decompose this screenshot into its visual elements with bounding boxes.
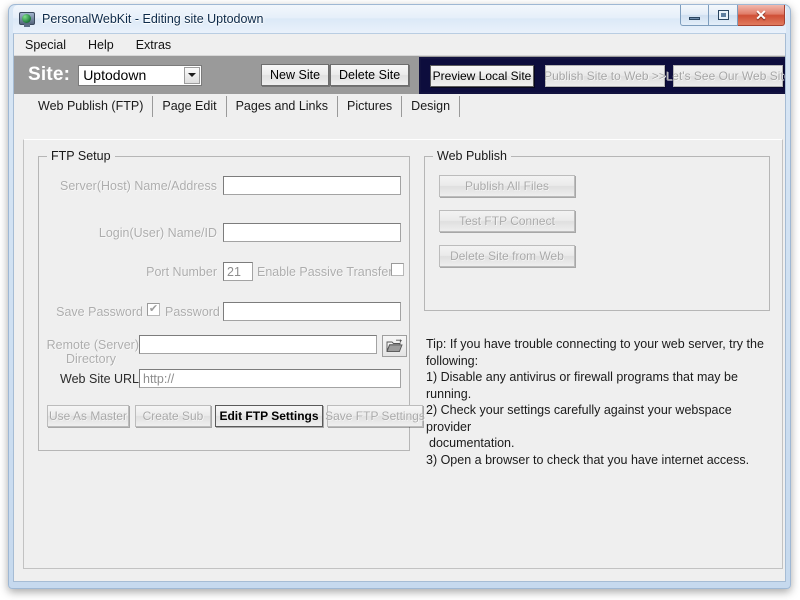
tab-content-panel: FTP Setup Server(Host) Name/Address Logi… bbox=[23, 139, 783, 569]
site-selected-value: Uptodown bbox=[83, 67, 147, 83]
close-icon: ✕ bbox=[755, 7, 767, 23]
close-button[interactable]: ✕ bbox=[738, 5, 785, 26]
save-password-label: Save Password bbox=[56, 305, 143, 319]
enable-passive-transfer-checkbox[interactable] bbox=[391, 263, 404, 276]
port-number-input[interactable]: 21 bbox=[223, 262, 253, 281]
tip-line-3: 3) Open a browser to check that you have… bbox=[426, 452, 750, 467]
save-password-checkbox[interactable]: ✔ bbox=[147, 303, 160, 316]
publish-site-to-web-button[interactable]: Publish Site to Web >> bbox=[544, 64, 666, 87]
remote-directory-input[interactable] bbox=[139, 335, 377, 354]
server-host-input[interactable] bbox=[223, 176, 401, 195]
password-input[interactable] bbox=[223, 302, 401, 321]
site-label: Site: bbox=[28, 64, 71, 85]
maximize-icon bbox=[717, 10, 729, 20]
server-host-label: Server(Host) Name/Address bbox=[60, 179, 217, 193]
save-ftp-settings-button[interactable]: Save FTP Settings bbox=[325, 405, 425, 427]
web-publish-group: Web Publish Publish All Files Test FTP C… bbox=[424, 149, 770, 311]
application-window: PersonalWebKit - Editing site Uptodown ✕… bbox=[8, 4, 791, 589]
tip-line-2: 2) Check your settings carefully against… bbox=[426, 403, 732, 434]
tab-web-publish-ftp[interactable]: Web Publish (FTP) bbox=[32, 96, 154, 117]
tab-strip: Web Publish (FTP) Page Edit Pages and Li… bbox=[14, 94, 785, 117]
new-site-button[interactable]: New Site bbox=[261, 64, 330, 86]
menu-item-special[interactable]: Special bbox=[22, 36, 76, 54]
enable-passive-transfer-label: Enable Passive Transfer bbox=[257, 265, 393, 279]
client-area: Special Help Extras Site: Uptodown New S… bbox=[13, 33, 786, 582]
window-controls: ✕ bbox=[680, 5, 785, 26]
window-title: PersonalWebKit - Editing site Uptodown bbox=[42, 12, 264, 26]
tab-design[interactable]: Design bbox=[402, 96, 461, 117]
tip-text-block: Tip: If you have trouble connecting to y… bbox=[426, 336, 776, 468]
edit-ftp-settings-button[interactable]: Edit FTP Settings bbox=[215, 405, 323, 427]
web-publish-group-title: Web Publish bbox=[433, 149, 511, 163]
menu-item-help[interactable]: Help bbox=[85, 36, 124, 54]
site-select[interactable]: Uptodown bbox=[78, 64, 203, 86]
chevron-down-icon[interactable] bbox=[184, 66, 201, 84]
lets-see-our-web-site-button[interactable]: Let's See Our Web Site bbox=[666, 64, 785, 87]
port-number-label: Port Number bbox=[146, 265, 217, 279]
ftp-setup-group-title: FTP Setup bbox=[47, 149, 115, 163]
tip-line-1: 1) Disable any antivirus or firewall pro… bbox=[426, 370, 738, 401]
delete-site-from-web-button[interactable]: Delete Site from Web bbox=[439, 245, 575, 267]
publish-action-panel: Preview Local Site Publish Site to Web >… bbox=[419, 57, 785, 94]
menu-bar: Special Help Extras bbox=[14, 34, 785, 56]
tab-page-edit[interactable]: Page Edit bbox=[153, 96, 227, 117]
login-user-label: Login(User) Name/ID bbox=[98, 226, 217, 240]
ftp-setup-group: FTP Setup Server(Host) Name/Address Logi… bbox=[38, 149, 425, 451]
create-sub-button[interactable]: Create Sub bbox=[135, 405, 211, 427]
preview-local-site-button[interactable]: Preview Local Site bbox=[430, 64, 534, 87]
maximize-button[interactable] bbox=[709, 5, 738, 26]
tab-pictures[interactable]: Pictures bbox=[338, 96, 403, 117]
use-as-master-button[interactable]: Use As Master bbox=[47, 405, 129, 427]
tip-line-2b: documentation. bbox=[429, 436, 515, 450]
menu-item-extras[interactable]: Extras bbox=[133, 36, 181, 54]
open-folder-glyph bbox=[386, 339, 403, 353]
website-url-input[interactable]: http:// bbox=[139, 369, 401, 388]
test-ftp-connect-button[interactable]: Test FTP Connect bbox=[439, 210, 575, 232]
remote-directory-label-line1: Remote (Server) bbox=[46, 338, 139, 352]
tab-pages-and-links[interactable]: Pages and Links bbox=[227, 96, 339, 117]
login-user-input[interactable] bbox=[223, 223, 401, 242]
tip-intro: Tip: If you have trouble connecting to y… bbox=[426, 337, 764, 368]
toolbar: Site: Uptodown New Site Delete Site Prev… bbox=[14, 56, 785, 94]
website-url-label: Web Site URL bbox=[60, 372, 139, 386]
remote-directory-label-line2: Directory bbox=[65, 352, 116, 366]
publish-all-files-button[interactable]: Publish All Files bbox=[439, 175, 575, 197]
open-folder-icon[interactable] bbox=[382, 335, 407, 357]
delete-site-button[interactable]: Delete Site bbox=[330, 64, 410, 86]
monitor-globe-icon bbox=[19, 11, 35, 27]
minimize-icon bbox=[689, 16, 700, 20]
title-bar: PersonalWebKit - Editing site Uptodown ✕ bbox=[13, 5, 786, 33]
minimize-button[interactable] bbox=[680, 5, 709, 26]
password-label: Password bbox=[165, 305, 220, 319]
